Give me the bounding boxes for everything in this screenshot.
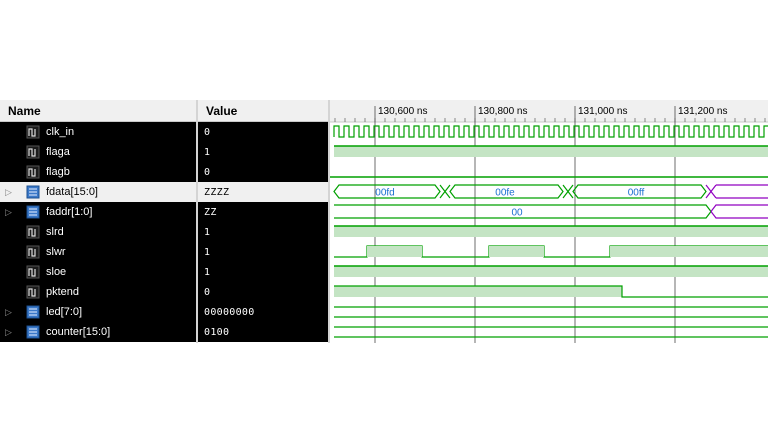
wave-high-fill <box>367 246 422 257</box>
signal-value-row[interactable]: ZZ <box>198 202 328 222</box>
signal-row[interactable]: slrd <box>0 222 196 242</box>
bus-signal-icon <box>26 185 40 199</box>
bit-signal-icon <box>26 285 40 299</box>
signal-value: 00000000 <box>204 307 255 318</box>
expand-arrow-icon[interactable]: ▷ <box>5 322 15 342</box>
signal-value-row[interactable]: 1 <box>198 222 328 242</box>
time-tick-label: 131,200 ns <box>678 106 728 117</box>
bit-signal-icon <box>26 125 40 139</box>
signal-name: led[7:0] <box>46 306 83 318</box>
signal-row[interactable]: ▷ fdata[15:0] <box>0 182 196 202</box>
signal-value-row[interactable]: 0100 <box>198 322 328 342</box>
signal-value-row[interactable]: 1 <box>198 262 328 282</box>
signal-value-row[interactable]: ZZZZ <box>198 182 328 202</box>
signal-row[interactable]: clk_in <box>0 122 196 142</box>
signal-name: slrd <box>46 226 64 238</box>
bus-transition <box>439 184 451 199</box>
value-column-header[interactable]: Value <box>198 100 328 122</box>
time-tick-label: 130,800 ns <box>478 106 528 117</box>
signal-name: faddr[1:0] <box>46 206 93 218</box>
signal-row[interactable]: pktend <box>0 282 196 302</box>
signal-value: 0 <box>204 167 211 178</box>
expand-arrow-icon[interactable]: ▷ <box>5 182 15 202</box>
highz-segment <box>710 204 768 219</box>
wave-high-fill <box>489 246 544 257</box>
signal-name: slwr <box>46 246 66 258</box>
bit-signal-icon <box>26 145 40 159</box>
signal-value: ZZ <box>204 207 217 218</box>
bit-signal-icon <box>26 245 40 259</box>
signal-name-list: clk_in flaga flagb ▷ fdata[15:0] ▷ faddr[1… <box>0 122 196 342</box>
bus-value-label: 00fd <box>375 188 394 199</box>
waveform-panel[interactable]: 130,600 ns 130,800 ns 131,000 ns 131,200 ns… <box>330 100 768 343</box>
name-column-header[interactable]: Name <box>0 100 196 122</box>
signal-value: 0 <box>204 287 211 298</box>
bus-value-label: 00fe <box>495 188 515 199</box>
clk-wave <box>333 125 768 138</box>
signal-row[interactable]: sloe <box>0 262 196 282</box>
wave-high-fill <box>334 226 768 237</box>
signal-value: 0 <box>204 127 211 138</box>
wave-high-fill <box>334 266 768 277</box>
bus-value-label: 00ff <box>628 188 645 199</box>
time-tick-label: 130,600 ns <box>378 106 428 117</box>
signal-value: ZZZZ <box>204 187 230 198</box>
waveform-canvas[interactable]: 130,600 ns 130,800 ns 131,000 ns 131,200 ns… <box>330 100 768 343</box>
signal-value-row[interactable]: 0 <box>198 282 328 302</box>
signal-value-row[interactable]: 00000000 <box>198 302 328 322</box>
wave-high-fill <box>334 286 622 297</box>
signal-name: pktend <box>46 286 80 298</box>
bit-signal-icon <box>26 165 40 179</box>
name-panel: Name clk_in flaga flagb ▷ fdata[15:0] ▷ fa… <box>0 100 196 343</box>
expand-arrow-icon[interactable]: ▷ <box>5 302 15 322</box>
bus-signal-icon <box>26 205 40 219</box>
expand-arrow-icon[interactable]: ▷ <box>5 202 15 222</box>
signal-row[interactable]: flaga <box>0 142 196 162</box>
bus-signal-icon <box>26 325 40 339</box>
signal-name: sloe <box>46 266 67 278</box>
bus-signal-icon <box>26 305 40 319</box>
signal-value-row[interactable]: 0 <box>198 122 328 142</box>
signal-value: 1 <box>204 227 211 238</box>
signal-value: 1 <box>204 247 211 258</box>
signal-name: clk_in <box>46 126 75 138</box>
bus-transition <box>705 184 717 199</box>
signal-row[interactable]: ▷ counter[15:0] <box>0 322 196 342</box>
signal-value-row[interactable]: 0 <box>198 162 328 182</box>
bus-value-label: 00 <box>511 208 523 219</box>
bit-signal-icon <box>26 225 40 239</box>
signal-name: counter[15:0] <box>46 326 111 338</box>
signal-row[interactable]: flagb <box>0 162 196 182</box>
signal-value-row[interactable]: 1 <box>198 142 328 162</box>
signal-row[interactable]: ▷ led[7:0] <box>0 302 196 322</box>
wave-high-fill <box>334 146 768 157</box>
signal-value-list: 0 1 0 ZZZZ ZZ 1 1 1 0 00000000 0100 <box>198 122 328 342</box>
bit-signal-icon <box>26 265 40 279</box>
signal-row[interactable]: ▷ faddr[1:0] <box>0 202 196 222</box>
signal-value: 1 <box>204 267 211 278</box>
time-tick-label: 131,000 ns <box>578 106 628 117</box>
bus-transition <box>562 184 574 199</box>
signal-value: 0100 <box>204 327 230 338</box>
signal-name: flagb <box>46 166 70 178</box>
wave-high-fill <box>610 246 768 257</box>
signal-value-row[interactable]: 1 <box>198 242 328 262</box>
signal-value: 1 <box>204 147 211 158</box>
value-panel: Value 0 1 0 ZZZZ ZZ 1 1 1 0 00000000 0100 <box>198 100 328 343</box>
signal-name: flaga <box>46 146 70 158</box>
signal-row[interactable]: slwr <box>0 242 196 262</box>
signal-name: fdata[15:0] <box>46 186 98 198</box>
